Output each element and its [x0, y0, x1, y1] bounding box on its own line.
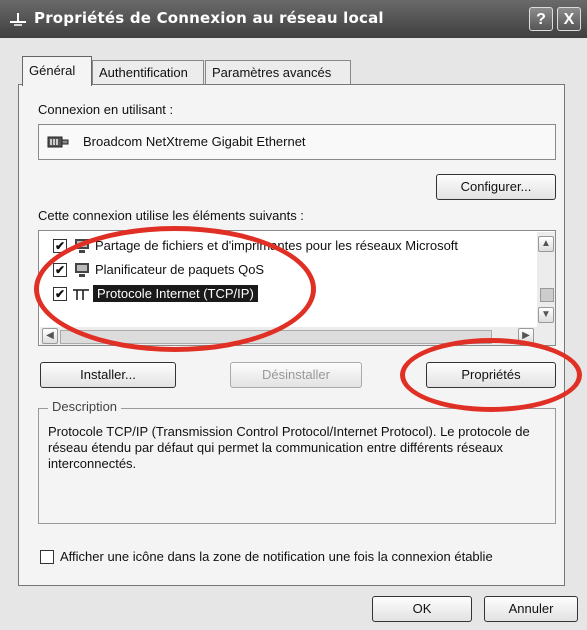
- close-button[interactable]: X: [557, 7, 581, 31]
- connect-using-label: Connexion en utilisant :: [38, 102, 174, 117]
- uninstall-button[interactable]: Désinstaller: [230, 362, 362, 388]
- items-label: Cette connexion utilise les éléments sui…: [38, 208, 304, 223]
- scroll-up-arrow-icon[interactable]: ▲: [538, 236, 554, 252]
- ok-button[interactable]: OK: [372, 596, 472, 622]
- annotation-oval-tcpip: [34, 226, 316, 352]
- title-bar[interactable]: Propriétés de Connexion au réseau local …: [0, 0, 587, 38]
- install-button[interactable]: Installer...: [40, 362, 176, 388]
- properties-dialog: Propriétés de Connexion au réseau local …: [0, 0, 587, 630]
- configure-button[interactable]: Configurer...: [436, 174, 556, 200]
- adapter-box: Broadcom NetXtreme Gigabit Ethernet: [38, 124, 556, 160]
- description-title: Description: [48, 399, 122, 414]
- window-title: Propriétés de Connexion au réseau local: [34, 9, 384, 27]
- show-icon-label[interactable]: Afficher une icône dans la zone de notif…: [60, 549, 493, 564]
- tab-advanced-settings[interactable]: Paramètres avancés: [205, 60, 351, 84]
- description-text: Protocole TCP/IP (Transmission Control P…: [48, 424, 530, 471]
- annotation-oval-properties: [400, 338, 582, 412]
- network-adapter-icon: [47, 136, 69, 148]
- adapter-name: Broadcom NetXtreme Gigabit Ethernet: [83, 134, 306, 149]
- scroll-left-arrow-icon[interactable]: ◀: [42, 328, 58, 344]
- scroll-thumb[interactable]: [540, 288, 554, 302]
- scroll-down-arrow-icon[interactable]: ▼: [538, 307, 554, 323]
- show-icon-checkbox[interactable]: [40, 550, 54, 564]
- tab-authentication[interactable]: Authentification: [92, 60, 204, 84]
- help-button[interactable]: ?: [529, 7, 553, 31]
- cancel-button[interactable]: Annuler: [484, 596, 578, 622]
- vertical-scrollbar[interactable]: ▲ ▼: [537, 232, 555, 327]
- network-connection-icon: [10, 13, 26, 26]
- tab-general[interactable]: Général: [22, 56, 92, 86]
